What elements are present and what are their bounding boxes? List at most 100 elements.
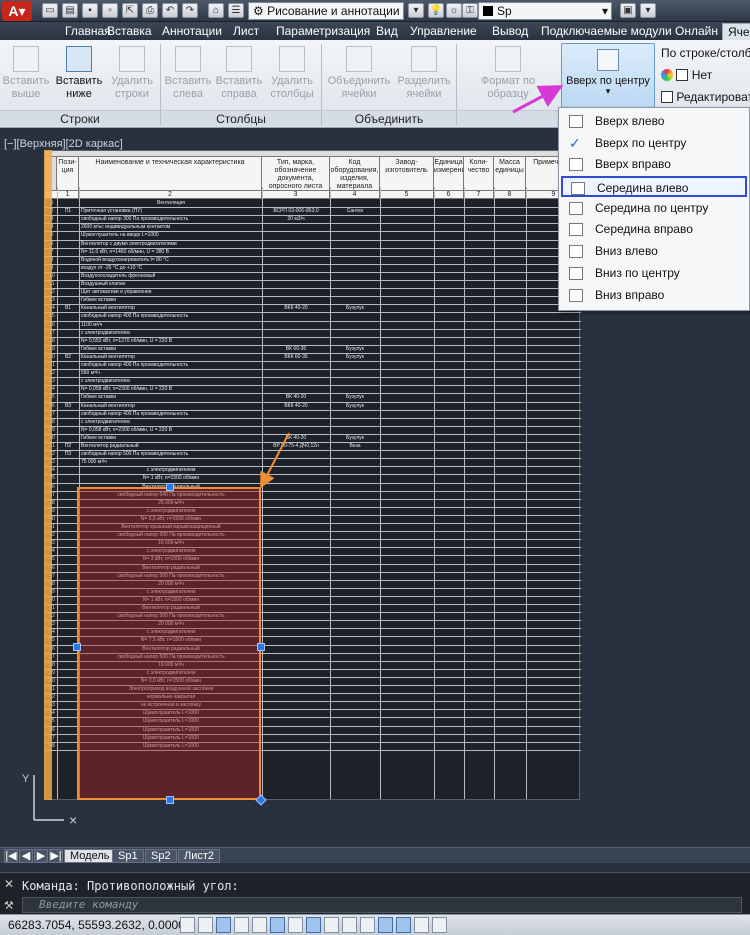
delete-rows-button[interactable]: Удалить строки — [108, 46, 156, 106]
command-input[interactable]: Введите команду — [22, 897, 742, 913]
rows-group-label: Строки — [0, 110, 160, 126]
merge-cells-button[interactable]: Объединить ячейки — [326, 46, 392, 106]
last-tab-icon[interactable]: ▶| — [49, 849, 63, 863]
insert-below-button[interactable]: Вставить ниже — [52, 46, 106, 106]
object-snap-icon[interactable] — [270, 917, 285, 933]
cell-alignment-button[interactable]: Вверх по центру ▾ — [561, 43, 655, 108]
close-icon[interactable]: ✕ — [4, 877, 14, 891]
undo-icon[interactable]: ↶ — [162, 3, 178, 18]
edit-borders-button[interactable]: Редактироват — [661, 90, 750, 104]
menu-item-top-right[interactable]: Вверх вправо — [561, 154, 747, 175]
object-tracking-icon[interactable] — [306, 917, 321, 933]
save-as-icon[interactable]: ▫ — [102, 3, 118, 18]
unmerge-cells-button[interactable]: Разделить ячейки — [396, 46, 452, 106]
selection-grip[interactable] — [257, 643, 265, 651]
lineweight-icon[interactable] — [360, 917, 375, 933]
menu-item-bottom-left[interactable]: Вниз влево — [561, 241, 747, 262]
cell-type: 20 м3/ч — [287, 216, 305, 223]
cell-name: 1100 м³/ч — [81, 321, 103, 328]
delete-cols-icon — [279, 46, 305, 72]
layer-bulb-icon[interactable]: 💡 — [428, 3, 444, 18]
open-file-icon[interactable]: ▤ — [62, 3, 78, 18]
selected-cells-range[interactable] — [77, 487, 261, 800]
cell-style-none[interactable]: Нет — [661, 68, 712, 82]
selection-grip[interactable] — [166, 796, 174, 804]
ortho-mode-icon[interactable] — [234, 917, 249, 933]
next-tab-icon[interactable]: ▶ — [34, 849, 48, 863]
menu-item-bottom-center[interactable]: Вниз по центру — [561, 263, 747, 284]
redo-icon[interactable]: ↷ — [182, 3, 198, 18]
tab-online[interactable]: Онлайн — [670, 23, 723, 40]
delete-cols-button[interactable]: Удалить столбцы — [266, 46, 318, 106]
snap-mode-icon[interactable] — [198, 917, 213, 933]
by-row-col-label[interactable]: По строке/столбцу — [661, 46, 750, 60]
infer-constraints-icon[interactable] — [180, 917, 195, 933]
align-top-left-icon — [569, 115, 583, 128]
cell-position: П1 — [64, 208, 72, 215]
cell-name: Воздушный клапан — [81, 281, 126, 287]
cell-name: Гибкие вставки — [81, 434, 116, 441]
insert-left-button[interactable]: Вставить слева — [164, 46, 212, 106]
ucs-dynamic-icon[interactable] — [324, 917, 339, 933]
dynamic-input-icon[interactable] — [342, 917, 357, 933]
menu-item-label: Середина вправо — [595, 222, 693, 236]
app-menu-button[interactable]: A▾ — [2, 1, 32, 21]
layer-sun-icon[interactable]: ☼ — [446, 3, 462, 18]
menu-item-middle-right[interactable]: Середина вправо — [561, 219, 747, 240]
selection-grip[interactable] — [166, 483, 174, 491]
workspace-select[interactable]: ⚙ Рисование и аннотации — [248, 2, 404, 20]
insert-above-button[interactable]: Вставить выше — [2, 46, 50, 106]
tab-output[interactable]: Вывод — [487, 23, 533, 40]
table-grid-line — [330, 187, 331, 799]
menu-item-label: Вверх вправо — [595, 157, 671, 171]
title-bar: A▾ ▭ ▤ ▪ ▫ ⇱ ⎙ ↶ ↷ ⌂ ☰ ⚙ Рисование и анн… — [0, 0, 750, 22]
grid-display-icon[interactable] — [216, 917, 231, 933]
customize-icon[interactable]: ⚒ — [4, 899, 14, 912]
cell-name: Шумоглушитель на вводе L=1000 — [81, 232, 159, 239]
menu-item-middle-center[interactable]: Середина по центру — [561, 198, 747, 219]
layer-previous-icon[interactable]: ▣ — [620, 3, 636, 18]
tab-parametric[interactable]: Параметризация — [271, 23, 375, 40]
tab-layout[interactable]: Лист — [228, 23, 264, 40]
polar-tracking-icon[interactable] — [252, 917, 267, 933]
first-tab-icon[interactable]: |◀ — [4, 849, 18, 863]
tab-plugins[interactable]: Подключаемые модули — [536, 23, 677, 40]
plot-icon[interactable]: ⎙ — [142, 3, 158, 18]
layer-select[interactable]: Sp ▾ — [478, 2, 612, 20]
properties-icon[interactable]: ☰ — [228, 3, 244, 18]
menu-item-middle-left[interactable]: Середина влево — [561, 176, 747, 197]
annotation-monitor-icon[interactable] — [432, 917, 447, 933]
menu-item-top-center[interactable]: ✓ Вверх по центру — [561, 133, 747, 154]
transparency-icon[interactable] — [378, 917, 393, 933]
tab-view[interactable]: Вид — [371, 23, 403, 40]
cell-type: ВК 60-35 — [285, 345, 307, 352]
menu-item-label: Середина по центру — [595, 201, 709, 215]
tab-annotate[interactable]: Аннотации — [157, 23, 227, 40]
tab-sp2[interactable]: Sp2 — [145, 849, 177, 863]
layer-walk-icon[interactable]: ▾ — [640, 3, 656, 18]
3d-osnap-icon[interactable] — [288, 917, 303, 933]
workspace-dropdown-icon[interactable]: ▾ — [408, 3, 424, 18]
layer-lock-icon[interactable]: ⚿ — [462, 3, 478, 18]
menu-item-bottom-right[interactable]: Вниз вправо — [561, 285, 747, 306]
viewport-controls[interactable]: [−][Верхняя][2D каркас] — [4, 138, 123, 150]
prev-tab-icon[interactable]: ◀ — [19, 849, 33, 863]
insert-right-button[interactable]: Вставить справа — [214, 46, 264, 106]
publish-icon[interactable]: ⇱ — [122, 3, 138, 18]
tab-list2[interactable]: Лист2 — [178, 849, 221, 863]
selection-cycling-icon[interactable] — [414, 917, 429, 933]
tab-insert[interactable]: Вставка — [102, 23, 157, 40]
tab-table-cell[interactable]: Яче — [722, 23, 750, 40]
new-file-icon[interactable]: ▭ — [42, 3, 58, 18]
tab-model[interactable]: Модель — [64, 849, 116, 863]
col-number: 1 — [57, 191, 79, 198]
format-painter-button[interactable]: Формат по образцу — [460, 46, 556, 106]
menu-item-top-left[interactable]: Вверх влево — [561, 111, 747, 132]
save-icon[interactable]: ▪ — [82, 3, 98, 18]
tab-sp1[interactable]: Sp1 — [112, 849, 144, 863]
quick-properties-icon[interactable] — [396, 917, 411, 933]
insert-above-label: Вставить выше — [2, 75, 50, 100]
tab-manage[interactable]: Управление — [405, 23, 482, 40]
selection-grip[interactable] — [73, 643, 81, 651]
match-properties-icon[interactable]: ⌂ — [208, 3, 224, 18]
